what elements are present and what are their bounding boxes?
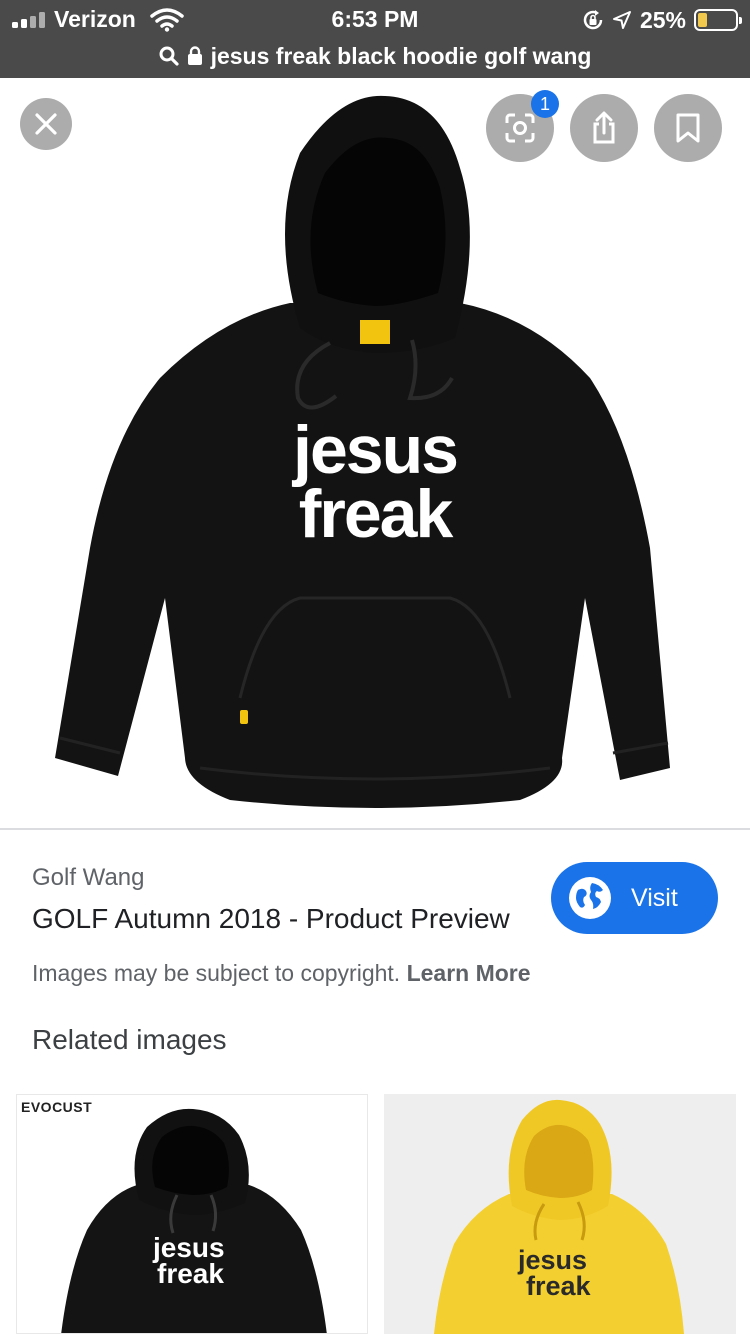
hero-image[interactable]: jesus freak 1 (0, 78, 750, 828)
page-title[interactable]: GOLF Autumn 2018 - Product Preview (32, 903, 510, 935)
close-button[interactable] (20, 98, 72, 150)
battery-icon (694, 9, 742, 31)
location-icon (612, 11, 631, 29)
thumb-1-print-line2: freak (157, 1258, 224, 1289)
copyright-notice: Images may be subject to copyright. Lear… (32, 960, 531, 987)
related-images-heading: Related images (32, 1024, 227, 1055)
rotation-lock-icon (583, 10, 603, 30)
status-right-group: 25% (582, 6, 742, 34)
learn-more-link[interactable]: Learn More (407, 960, 531, 986)
black-hoodie-thumbnail (61, 1108, 327, 1333)
related-image-1[interactable]: EVOCUST jesus freak (16, 1094, 368, 1334)
url-query: jesus freak black hoodie golf wang (210, 42, 592, 69)
close-icon (35, 113, 57, 135)
search-icon (159, 46, 179, 66)
hero-print-line2: freak (298, 476, 454, 552)
lock-icon (187, 46, 202, 65)
visit-button[interactable]: Visit (551, 862, 718, 934)
bookmark-icon (676, 113, 700, 143)
thumbnail-watermark: EVOCUST (21, 1099, 93, 1115)
url-bar[interactable]: jesus freak black hoodie golf wang (0, 38, 750, 74)
section-divider (0, 828, 750, 830)
related-image-2[interactable]: jesus freak (384, 1094, 736, 1334)
lens-icon (505, 113, 535, 143)
copyright-text: Images may be subject to copyright. (32, 960, 401, 986)
lens-badge: 1 (531, 90, 559, 118)
thumb-2-print-line1: jesus (518, 1245, 588, 1275)
bookmark-button[interactable] (654, 94, 722, 162)
share-icon (593, 111, 615, 144)
hero-print-line1: jesus (293, 412, 459, 488)
thumb-2-print-line2: freak (526, 1271, 591, 1301)
share-button[interactable] (570, 94, 638, 162)
battery-percent: 25% (639, 6, 686, 33)
visit-label: Visit (631, 883, 678, 912)
battery-fill (698, 13, 707, 27)
source-name[interactable]: Golf Wang (32, 864, 145, 892)
globe-icon (569, 877, 611, 919)
status-bar: Verizon 6:53 PM 25% (0, 0, 750, 38)
top-bar: Verizon 6:53 PM 25% jesus freak black ho… (0, 0, 750, 78)
